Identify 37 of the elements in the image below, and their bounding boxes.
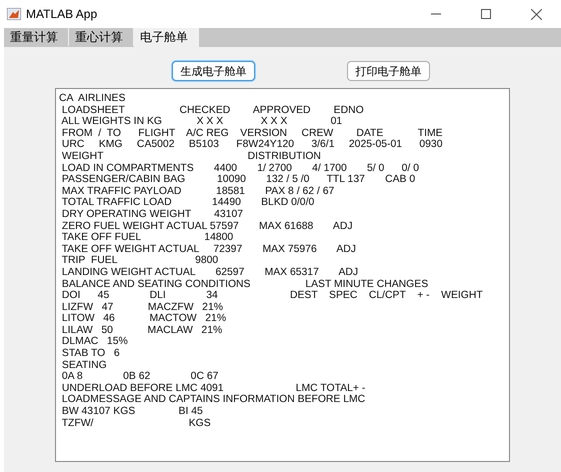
loadsheet-line: MAX TRAFFIC PAYLOAD 18581 PAX 8 / 62 / 67	[60, 186, 334, 198]
loadsheet-line: FROM / TO FLIGHT A/C REG VERSION CREW DATE TIME	[60, 128, 443, 140]
loadsheet-line: SEATING	[60, 360, 107, 372]
loadsheet-line: LILAW 50 MACLAW 21%	[60, 324, 222, 336]
loadsheet-line: DRY OPERATING WEIGHT 43107	[60, 208, 244, 221]
maximize-icon	[481, 9, 491, 19]
loadsheet-line: 0A 8 0B 62 0C 67	[60, 371, 218, 383]
action-button[interactable]: 打印电子舱单	[347, 61, 430, 81]
loadsheet-text-area[interactable]	[55, 88, 510, 462]
loadsheet-line: STAB TO 6	[60, 348, 120, 360]
loadsheet-line: BALANCE AND SEATING CONDITIONS LAST MINUTE CHANGES	[60, 278, 428, 290]
app-icon	[7, 8, 21, 20]
loadsheet-line: BW 43107 KGS BI 45	[60, 406, 203, 418]
loadsheet-line: LANDING WEIGHT ACTUAL 62597 MAX 65317 ADJ	[60, 266, 358, 278]
loadsheet-line: LITOW 46 MACTOW 21%	[60, 313, 226, 325]
loadsheet-line: TRIP FUEL 9800	[60, 255, 218, 267]
loadsheet-line: LOADSHEET CHECKED APPROVED EDNO	[60, 104, 364, 116]
tab[interactable]: 电子舱单	[134, 28, 199, 47]
loadsheet-line: TZFW/ KGS	[60, 418, 211, 430]
loadsheet-line: PASSENGER/CABIN BAG 10090 132 / 5 /0 TTL 137 CAB 0	[60, 174, 416, 186]
loadsheet-line: URC KMG CA5002 B5103 F8W24Y120 3/6/1 2025-05-01 0930	[60, 139, 442, 151]
loadsheet-line: DLMAC 15%	[60, 336, 128, 348]
loadsheet-line: LIZFW 47 MACZFW 21%	[60, 302, 223, 314]
loadsheet-line: WEIGHT DISTRIBUTION	[60, 150, 321, 163]
loadsheet-line: ALL WEIGHTS IN KG X X X X X X 01	[60, 116, 342, 128]
loadsheet-line: LOAD IN COMPARTMENTS 4400 1/ 2700 4/ 1700 5/ 0 0/ 0	[60, 162, 419, 174]
loadsheet-line: LOADMESSAGE AND CAPTAINS INFORMATION BEFORE LMC	[60, 394, 366, 406]
loadsheet-line: CA AIRLINES	[59, 93, 126, 105]
loadsheet-line: DOI 45 DLI 34 DEST SPEC CL/CPT + - WEIGHT	[60, 290, 483, 302]
loadsheet-line: TAKE OFF FUEL 14800	[60, 232, 234, 244]
loadsheet-line: ZERO FUEL WEIGHT ACTUAL 57597 MAX 61688 ADJ	[60, 220, 353, 232]
window-title: MATLAB App	[26, 7, 98, 21]
close-icon	[530, 8, 542, 20]
loadsheet-line: TAKE OFF WEIGHT ACTUAL 72397 MAX 75976 ADJ	[60, 244, 356, 256]
loadsheet-line: UNDERLOAD BEFORE LMC 4091 LMC TOTAL+ -	[60, 382, 366, 394]
loadsheet-line: TOTAL TRAFFIC LOAD 14490 BLKD 0/0/0	[60, 197, 314, 209]
action-button[interactable]: 生成电子舱单	[172, 61, 255, 81]
